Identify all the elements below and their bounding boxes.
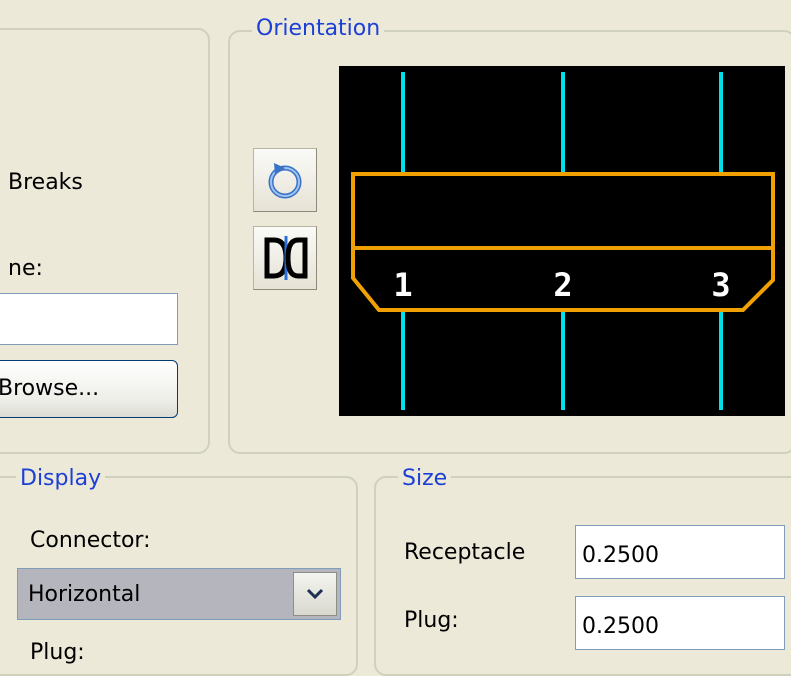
chevron-down-icon [306, 588, 324, 600]
rotate-icon [268, 163, 302, 199]
name-input[interactable] [0, 293, 178, 345]
name-label: ne: [8, 256, 43, 281]
rotate-button[interactable] [253, 148, 317, 212]
receptacle-body [351, 172, 775, 250]
connector-label: Connector: [30, 528, 151, 553]
pin-label-3: 3 [711, 266, 730, 304]
size-title: Size [398, 466, 452, 492]
receptacle-size-input[interactable] [575, 525, 785, 579]
connector-preview: 1 2 3 [339, 66, 785, 416]
browse-button[interactable]: Browse... [0, 360, 178, 418]
plug-size-label: Plug: [404, 608, 459, 633]
connector-preview-drawing: 1 2 3 [351, 72, 775, 410]
receptacle-label: Receptacle [404, 540, 526, 565]
orientation-title: Orientation [252, 16, 385, 42]
flip-icon [264, 236, 308, 280]
plug-display-label: Plug: [30, 640, 85, 665]
breaks-label: Breaks [8, 170, 83, 195]
pin-label-2: 2 [553, 266, 572, 304]
pin-label-1: 1 [393, 266, 412, 304]
connector-dropdown-button[interactable] [293, 572, 337, 616]
connector-select[interactable]: Horizontal [17, 568, 341, 620]
flip-button[interactable] [253, 226, 317, 290]
connector-select-value: Horizontal [28, 582, 141, 607]
display-title: Display [16, 466, 106, 492]
plug-size-input[interactable] [575, 596, 785, 650]
